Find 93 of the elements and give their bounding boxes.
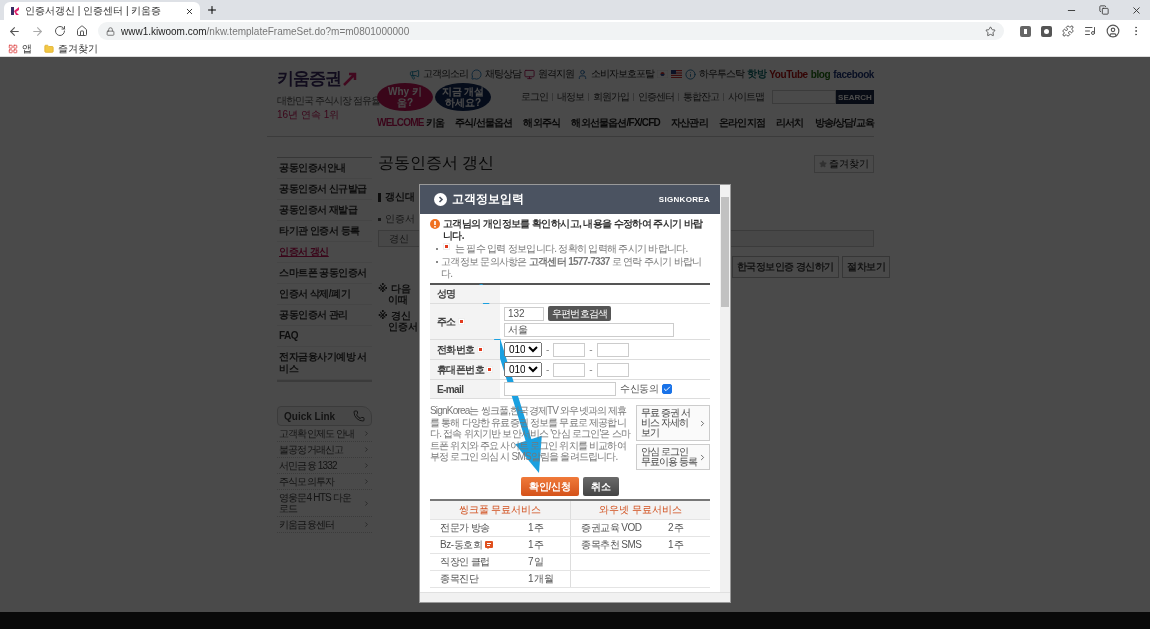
bookmark[interactable]: 즐겨찾기 [44, 42, 98, 56]
dash-text: - [589, 344, 593, 355]
notice-text: 고객님의 개인정보를 확인하시고, 내용을 수정하여 주시기 바랍니다. [443, 218, 704, 242]
table-cell-text: 종목추천 SMS [581, 538, 643, 552]
number-field[interactable] [596, 362, 629, 377]
table-cell-text: 전문가 방송 [440, 521, 491, 535]
close-icon[interactable] [185, 6, 194, 16]
table-cell-text: 1주 [528, 538, 545, 552]
favicon-icon [10, 6, 20, 16]
consent-label: 수신동의 [620, 382, 658, 396]
back-icon[interactable] [8, 24, 21, 38]
note-text: 인증서 [387, 321, 418, 332]
dash-text: - [546, 364, 550, 375]
header-link[interactable]: 소비자보호포탈 [591, 67, 655, 81]
chevron-icon [698, 452, 707, 462]
close-icon[interactable] [1131, 4, 1142, 16]
header-link[interactable]: 원격지원 [538, 67, 575, 81]
restore-icon[interactable] [1099, 4, 1109, 15]
field-label: E-mail [430, 380, 500, 398]
field-label: 성명 [430, 285, 500, 303]
brand-link[interactable]: 핫방 [747, 67, 767, 81]
table-cell: Bz-동호회 [440, 538, 528, 552]
number-field[interactable] [553, 362, 586, 377]
field-label: 주소 [430, 304, 500, 339]
new-tab-icon[interactable] [206, 4, 218, 16]
table-cell-text: 7일 [528, 555, 545, 569]
brand-link[interactable]: blog [810, 68, 831, 80]
prefix-select[interactable]: 010 [504, 342, 542, 357]
lock-icon [106, 26, 115, 36]
prefix-select[interactable]: 010 [504, 362, 542, 377]
nav-item[interactable]: 방송/상담/교육 [814, 116, 874, 130]
brand-link[interactable]: YouTube [769, 68, 808, 80]
dash-text: - [589, 364, 593, 375]
nav-item[interactable]: 해외주식 [523, 116, 561, 130]
note-text: ※ 경신 [378, 310, 411, 321]
chevron-circle-icon [434, 193, 447, 206]
dialog-title: 고객정보입력 [452, 191, 524, 208]
nav-item[interactable]: WELCOME 키움 [377, 116, 444, 130]
promo-button[interactable]: 안심 로그인 무료이용 등록 [636, 444, 710, 470]
number-field[interactable] [596, 342, 629, 357]
consent-checkbox[interactable] [662, 384, 672, 394]
header-link[interactable]: 통합잔고 [683, 90, 719, 104]
logo: 키움증권 [277, 68, 341, 90]
media-icon[interactable] [1084, 25, 1096, 37]
column-header: 와우넷 무료서비스 [570, 501, 710, 519]
home-icon[interactable] [76, 25, 88, 37]
alert-icon [430, 219, 440, 229]
table-cell-text: 2주 [668, 521, 685, 535]
profile-icon[interactable] [1106, 24, 1120, 38]
nav-item[interactable]: 해외선물옵션/FX/CFD [571, 116, 660, 130]
tab-title: 인증서갱신 | 인증센터 | 키움증 [25, 4, 163, 18]
table-cell-text: 종목진단 [440, 572, 480, 586]
dash-text: - [546, 344, 550, 355]
nav-item[interactable]: 리서치 [776, 116, 804, 130]
table-cell-text: 1주 [668, 538, 685, 552]
field-label: 휴대폰번호 [430, 360, 500, 379]
nav-item[interactable]: 자산관리 [671, 116, 708, 130]
folder-icon [44, 44, 54, 54]
zip-search-button[interactable]: 우편번호검색 [548, 306, 612, 321]
address-field[interactable]: 서울 [504, 323, 674, 337]
required-mark [443, 243, 450, 250]
nav-item[interactable]: 온라인지점 [718, 116, 765, 130]
extensions-icon[interactable] [1062, 25, 1074, 37]
brand-link[interactable]: facebook [833, 68, 874, 80]
table-cell-text: 1주 [528, 521, 545, 535]
number-field[interactable] [553, 342, 586, 357]
table-cell-text: 직장인 클럽 [440, 555, 491, 569]
extension-icon[interactable] [1041, 25, 1052, 37]
brand-logo: SIGNKOREA [658, 195, 710, 204]
notice-text: 고객정보 문의사항은 고객센터 1577-7337 로 연락 주시기 바랍니다. [441, 256, 703, 280]
extension-icon[interactable] [1020, 25, 1031, 37]
apps-icon [8, 44, 18, 54]
nav-item[interactable]: 주식/선물옵션 [455, 116, 513, 130]
chevron-icon [698, 418, 707, 428]
address-bar[interactable]: www1.kiwoom.com/nkw.templateFrameSet.do?m=m0801000000 [98, 22, 1004, 40]
reload-icon[interactable] [54, 25, 66, 37]
email-field[interactable] [504, 382, 616, 396]
cancel-button[interactable]: 취소 [583, 477, 620, 496]
star-icon[interactable] [985, 25, 996, 37]
browser-tab[interactable]: 인증서갱신 | 인증센터 | 키움증 [4, 2, 200, 20]
bookmark[interactable]: 앱 [8, 42, 32, 56]
notice-text: 는 필수 입력 정보입니다. 정확히 입력해 주시기 바랍니다. [455, 243, 688, 255]
table-cell-text: 증권교육 VOD [581, 521, 643, 535]
section-title: 갱신대 [385, 190, 415, 204]
page-title: 공동인증서 갱신 [378, 153, 495, 173]
confirm-button[interactable]: 확인/신청 [520, 477, 580, 496]
promo-button[interactable]: 무료 증권 서비스 자세히 보기 [636, 405, 710, 441]
note-text: 이때 [387, 294, 408, 305]
table-cell-text: 1개월 [528, 572, 555, 586]
zip-field[interactable]: 132 [504, 306, 544, 321]
note-text: ※ 다음 [378, 283, 411, 294]
field-label: 전화번호 [430, 340, 500, 359]
column-header: 씽크풀 무료서비스 [457, 503, 543, 517]
